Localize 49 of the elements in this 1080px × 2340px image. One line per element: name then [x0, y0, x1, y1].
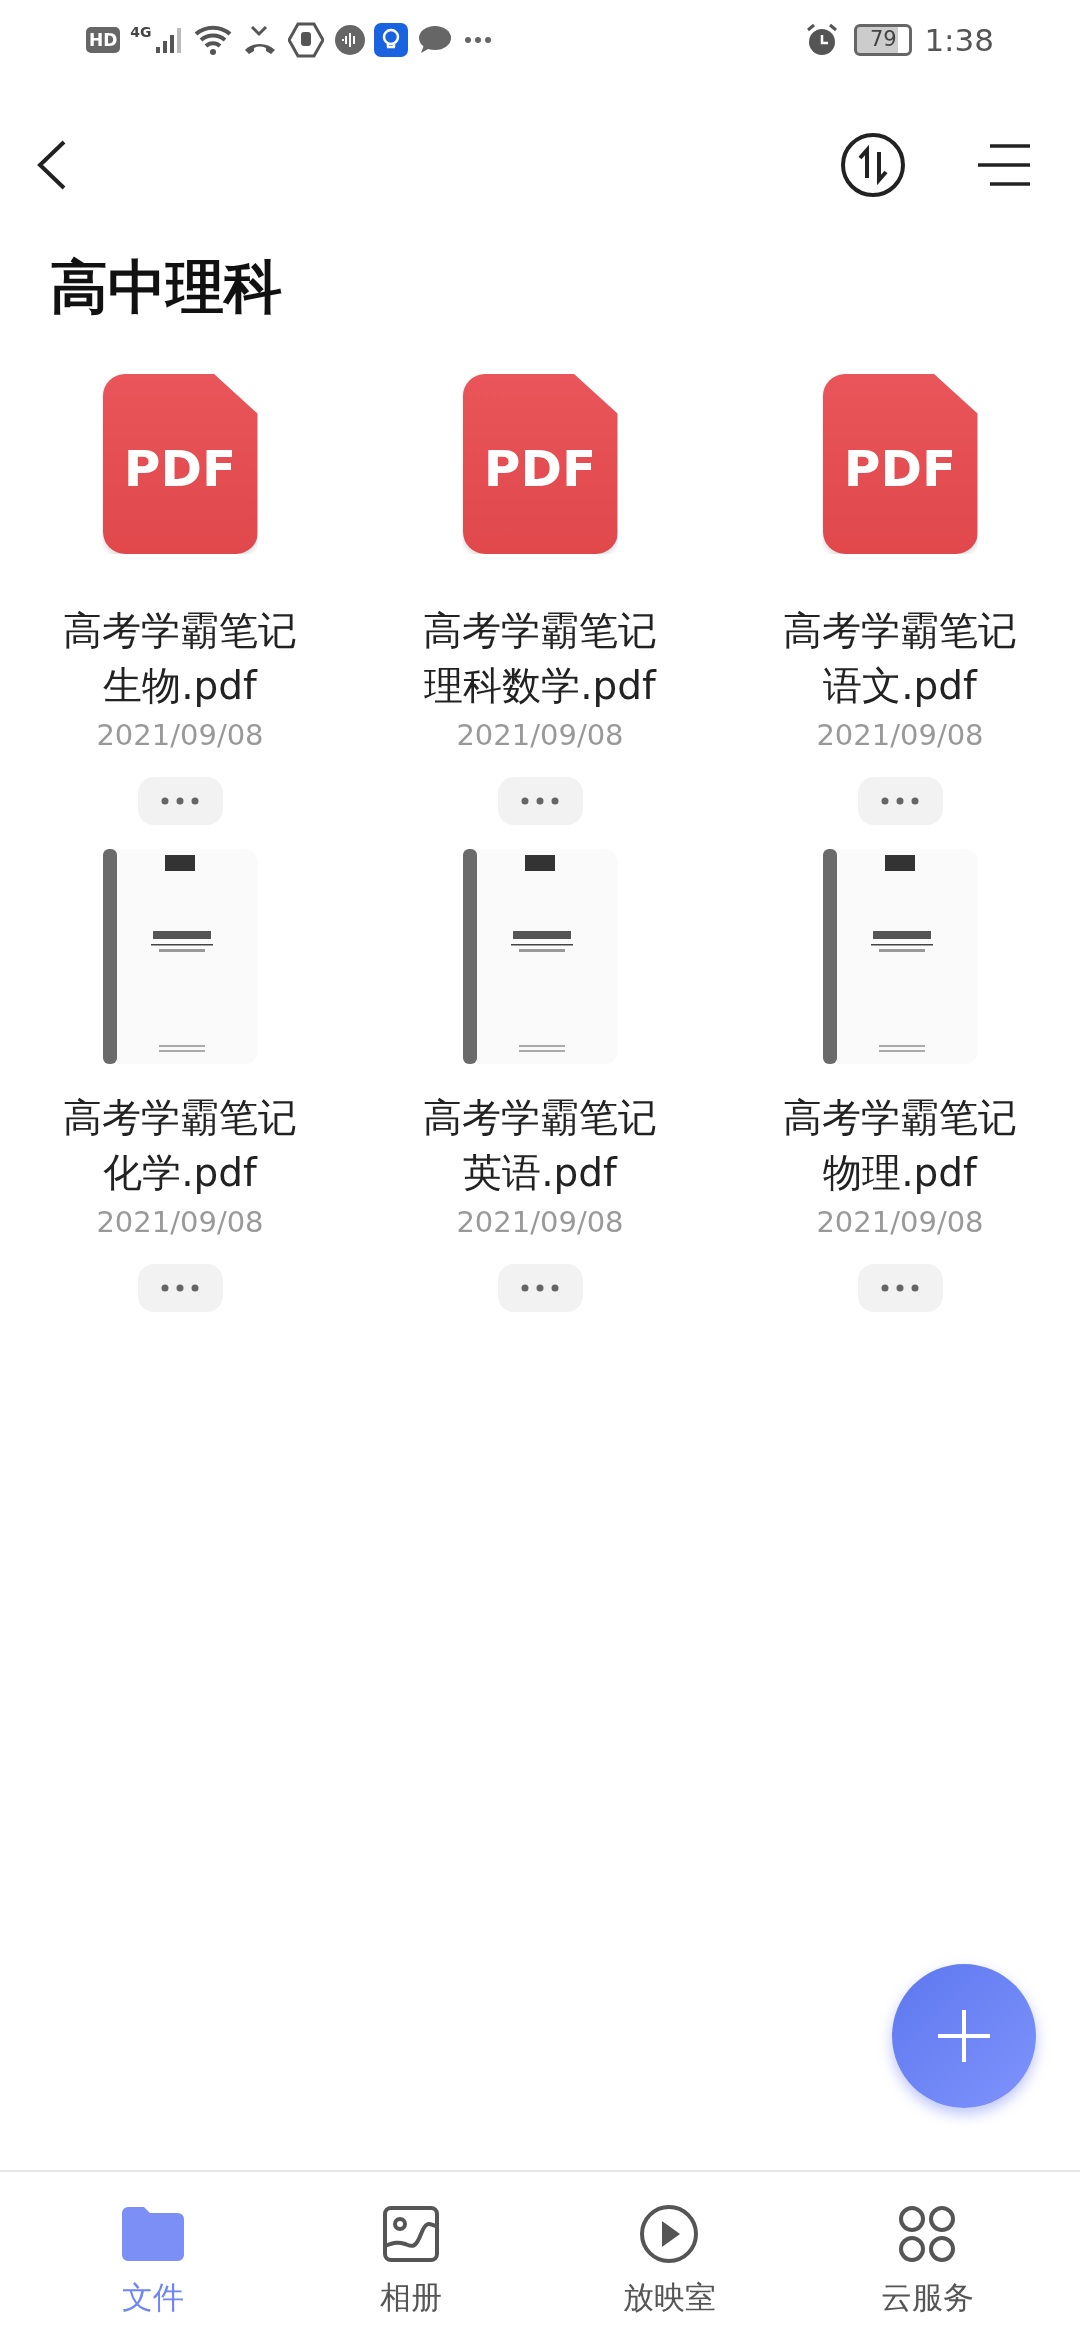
- more-icon: [880, 797, 920, 805]
- sound-wave-icon: [333, 24, 366, 56]
- nav-tab[interactable]: 放映室: [540, 2172, 798, 2340]
- wifi-icon: [193, 24, 234, 56]
- file-date: 2021/09/08: [456, 1204, 624, 1241]
- nav-tab[interactable]: 云服务: [798, 2172, 1056, 2340]
- battery-indicator: 79: [854, 24, 913, 56]
- more-icon: [520, 1284, 560, 1292]
- more-button[interactable]: [497, 777, 583, 825]
- file-name: 高考学霸笔记 物理.pdf: [783, 1094, 1017, 1197]
- add-button[interactable]: [892, 1964, 1036, 2108]
- plus-icon: [936, 2008, 992, 2064]
- folder-title: 高中理科: [49, 258, 283, 316]
- more-button[interactable]: [497, 1264, 583, 1312]
- network-label: 4G: [130, 23, 152, 42]
- lightbulb-icon: [373, 23, 408, 57]
- picture-frame-icon: [383, 2206, 439, 2262]
- more-icon: [880, 1284, 920, 1292]
- file-date: 2021/09/08: [456, 717, 624, 754]
- sort-icon[interactable]: [840, 132, 906, 198]
- file-name: 高考学霸笔记 生物.pdf: [63, 607, 297, 710]
- hd-badge: HD: [86, 27, 121, 53]
- file-name: 高考学霸笔记 英语.pdf: [423, 1094, 657, 1197]
- folder-icon: [122, 2207, 184, 2261]
- more-icon: [463, 36, 492, 44]
- pdf-file-icon: PDF: [462, 374, 618, 554]
- file-date: 2021/09/08: [816, 717, 984, 754]
- menu-icon[interactable]: [976, 143, 1032, 187]
- file-date: 2021/09/08: [96, 717, 264, 754]
- clock-time: 1:38: [924, 20, 994, 60]
- pdf-file-icon: PDF: [102, 374, 258, 554]
- pdf-file-icon: PDF: [822, 374, 978, 554]
- nav-tab[interactable]: 相册: [282, 2172, 540, 2340]
- more-icon: [160, 1284, 200, 1292]
- more-button[interactable]: [137, 777, 223, 825]
- file-name: 高考学霸笔记 化学.pdf: [63, 1094, 297, 1197]
- more-icon: [160, 797, 200, 805]
- message-icon: [417, 25, 452, 55]
- more-button[interactable]: [137, 1264, 223, 1312]
- file-date: 2021/09/08: [816, 1204, 984, 1241]
- four-circles-icon: [899, 2206, 955, 2262]
- file-name: 高考学霸笔记 理科数学.pdf: [423, 607, 657, 710]
- more-icon: [520, 797, 560, 805]
- file-name: 高考学霸笔记 语文.pdf: [783, 607, 1017, 710]
- file-date: 2021/09/08: [96, 1204, 264, 1241]
- play-icon: [639, 2204, 699, 2264]
- more-button[interactable]: [857, 1264, 943, 1312]
- more-button[interactable]: [857, 777, 943, 825]
- signal-icon: [153, 25, 184, 55]
